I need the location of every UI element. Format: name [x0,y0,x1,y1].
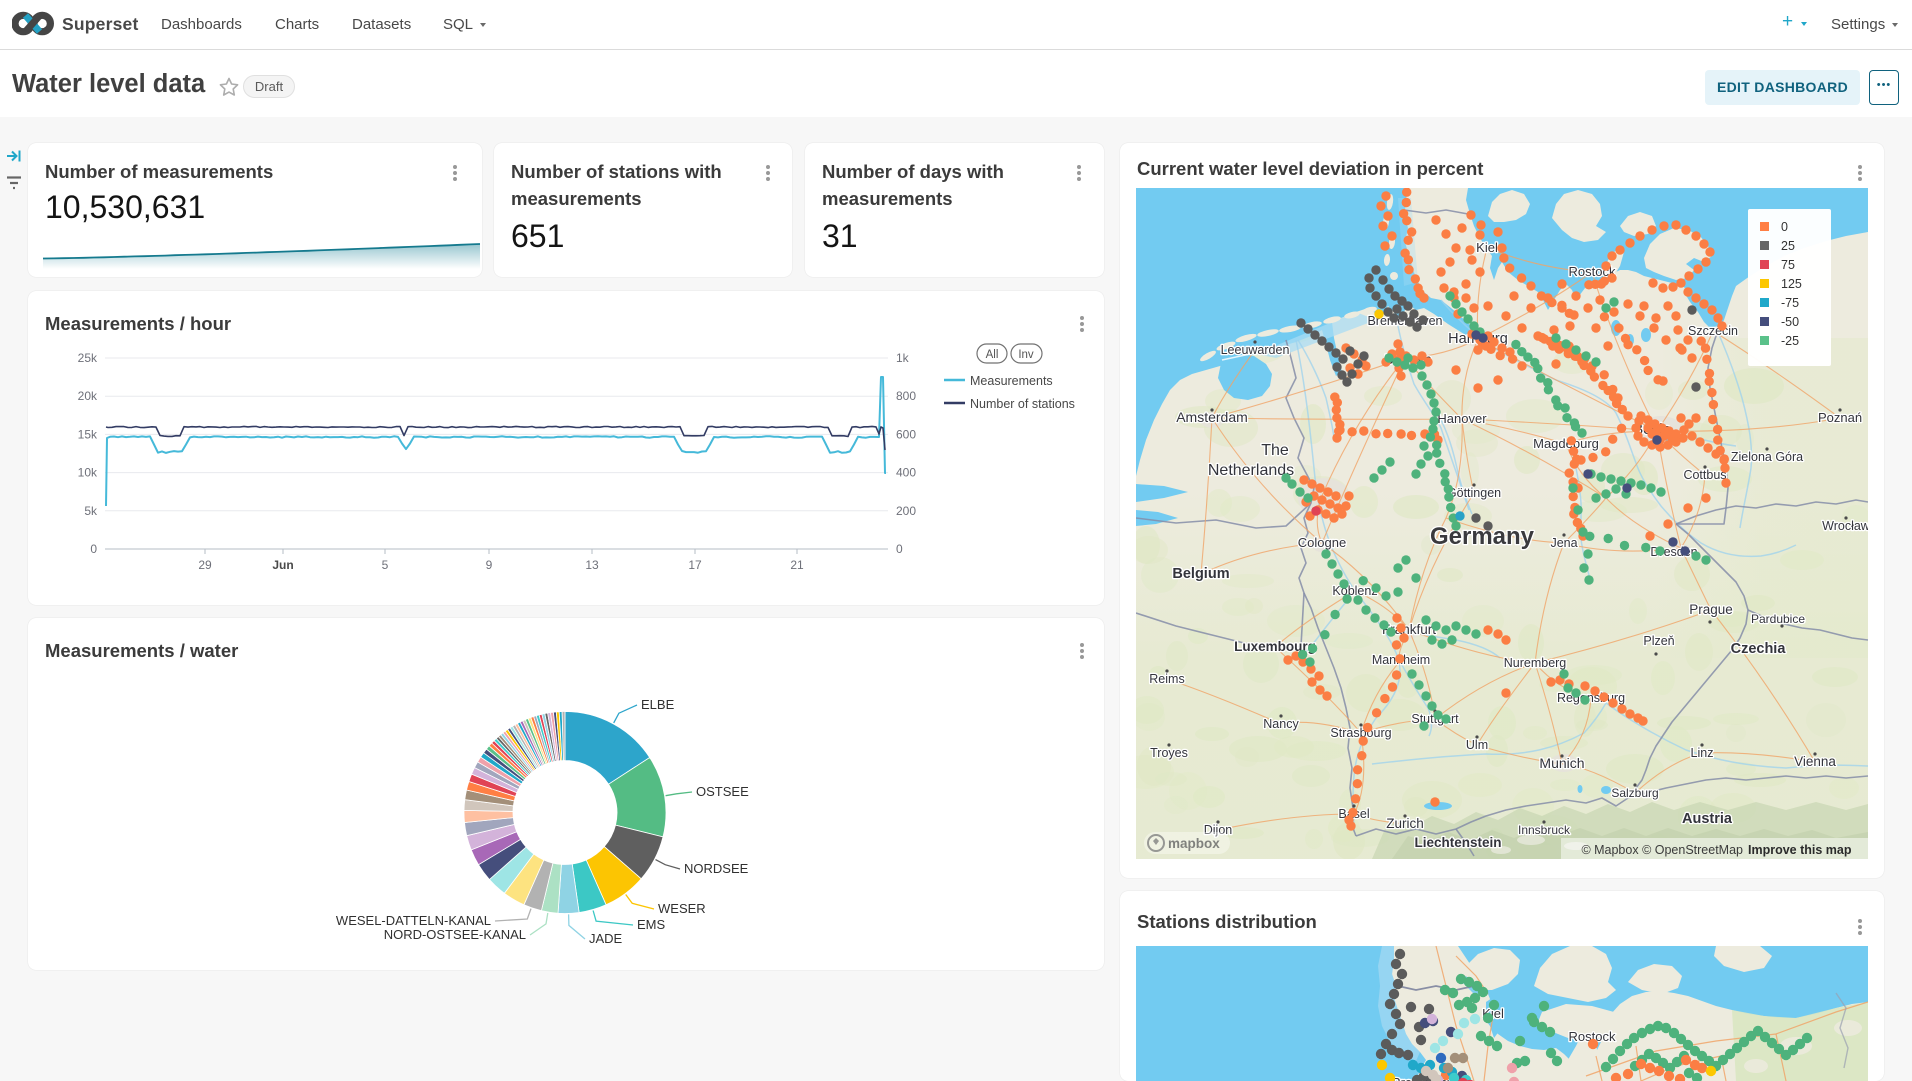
svg-text:Vienna: Vienna [1794,754,1836,769]
svg-text:25k: 25k [78,351,98,365]
svg-text:Göttingen: Göttingen [1447,486,1501,500]
svg-text:Zurich: Zurich [1386,816,1424,831]
svg-text:NORD-OSTSEE-KANAL: NORD-OSTSEE-KANAL [384,927,526,942]
svg-text:© Mapbox © OpenStreetMap: © Mapbox © OpenStreetMap [1581,843,1743,857]
svg-text:-25: -25 [1781,334,1799,348]
svg-text:JADE: JADE [589,931,623,946]
svg-text:Linz: Linz [1691,746,1714,760]
svg-text:Kiel: Kiel [1476,240,1498,255]
svg-text:10k: 10k [78,466,98,480]
svg-text:-50: -50 [1781,315,1799,329]
svg-text:Koblenz: Koblenz [1332,584,1377,598]
svg-text:mapbox: mapbox [1168,836,1220,851]
svg-text:Netherlands: Netherlands [1208,462,1294,479]
svg-text:Belgium: Belgium [1172,566,1229,582]
svg-text:Jun: Jun [272,558,293,572]
svg-text:29: 29 [198,558,212,572]
svg-text:OSTSEE: OSTSEE [696,784,749,799]
svg-text:400: 400 [896,466,916,480]
svg-text:1k: 1k [896,351,910,365]
svg-text:Reims: Reims [1149,672,1184,686]
svg-text:-75: -75 [1781,296,1799,310]
svg-text:Salzburg: Salzburg [1611,786,1658,800]
svg-text:Pardubice: Pardubice [1751,612,1805,626]
svg-text:Nancy: Nancy [1263,717,1299,731]
svg-text:25: 25 [1781,239,1795,253]
svg-text:5: 5 [382,558,389,572]
svg-text:5k: 5k [84,504,98,518]
svg-text:0: 0 [896,542,903,556]
svg-text:75: 75 [1781,258,1795,272]
svg-text:Prague: Prague [1689,602,1733,617]
svg-text:Troyes: Troyes [1150,746,1188,760]
svg-text:EMS: EMS [637,917,666,932]
svg-text:All: All [986,349,999,361]
svg-text:Improve this map: Improve this map [1748,843,1852,857]
svg-text:Wrocław: Wrocław [1822,519,1868,533]
svg-text:WESER: WESER [658,901,706,916]
svg-text:Magdeburg: Magdeburg [1533,436,1599,451]
svg-text:Nuremberg: Nuremberg [1504,656,1567,670]
svg-text:13: 13 [585,558,599,572]
svg-text:Cottbus: Cottbus [1683,468,1726,482]
svg-text:Leeuwarden: Leeuwarden [1221,343,1290,357]
svg-text:Jena: Jena [1550,536,1577,550]
svg-text:0: 0 [90,542,97,556]
svg-text:The: The [1261,442,1289,459]
svg-text:15k: 15k [78,427,98,441]
svg-text:20k: 20k [78,389,98,403]
svg-text:125: 125 [1781,277,1802,291]
svg-text:9: 9 [486,558,493,572]
svg-text:Zielona Góra: Zielona Góra [1731,450,1803,464]
svg-text:200: 200 [896,504,916,518]
svg-text:Hanover: Hanover [1437,411,1487,426]
svg-text:Ulm: Ulm [1466,738,1488,752]
svg-text:600: 600 [896,427,916,441]
svg-text:Cologne: Cologne [1298,535,1346,550]
svg-text:21: 21 [790,558,804,572]
svg-text:ELBE: ELBE [641,697,675,712]
svg-text:WESEL-DATTELN-KANAL: WESEL-DATTELN-KANAL [336,913,491,928]
svg-text:Number of stations: Number of stations [970,397,1075,411]
svg-text:Szczecin: Szczecin [1688,324,1738,338]
svg-text:Poznań: Poznań [1818,410,1862,425]
svg-text:Innsbruck: Innsbruck [1518,823,1571,837]
svg-text:Plzeň: Plzeň [1643,634,1674,648]
svg-text:Measurements: Measurements [970,374,1053,388]
svg-text:0: 0 [1781,220,1788,234]
svg-text:Czechia: Czechia [1731,641,1787,657]
svg-text:Inv: Inv [1018,349,1034,361]
svg-text:Liechtenstein: Liechtenstein [1414,835,1501,850]
svg-text:NORDSEE: NORDSEE [684,861,749,876]
svg-text:Germany: Germany [1430,523,1535,550]
svg-text:Austria: Austria [1682,811,1733,827]
svg-text:17: 17 [688,558,702,572]
svg-text:800: 800 [896,389,916,403]
